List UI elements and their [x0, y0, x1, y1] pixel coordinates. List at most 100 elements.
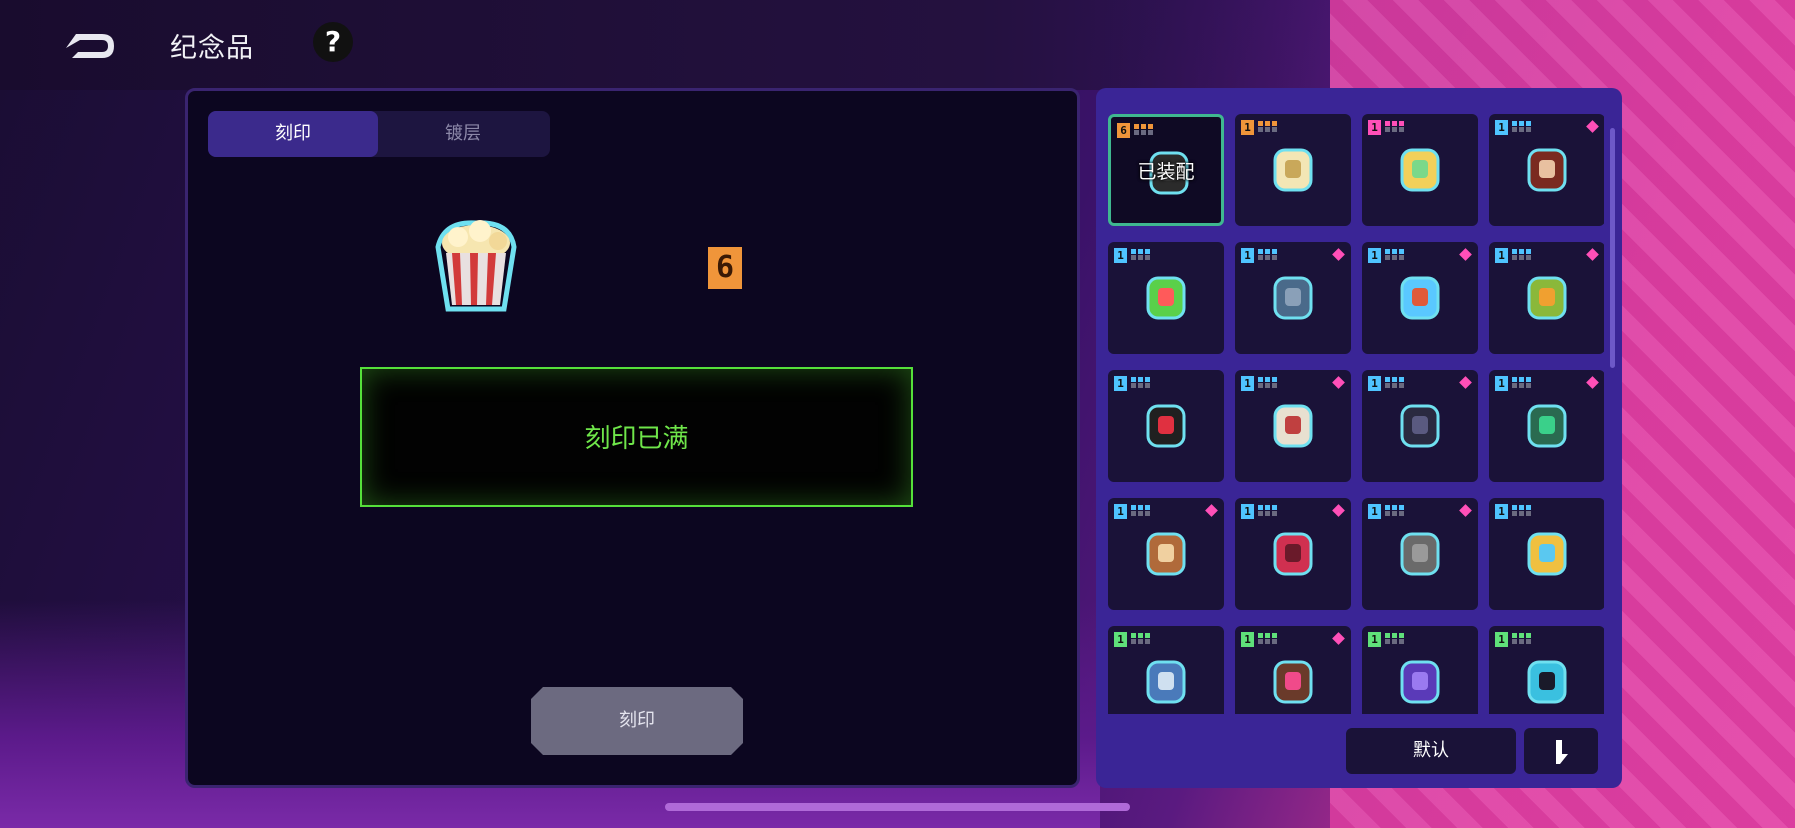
slot-tier-pips [1512, 633, 1534, 645]
slot-tier-pips [1131, 505, 1153, 517]
sort-arrow-icon [1556, 740, 1568, 764]
help-button[interactable]: ? [313, 22, 353, 62]
back-arrow-icon [66, 34, 114, 58]
default-sort-button[interactable]: 默认 [1346, 728, 1516, 774]
slot-tier-pips [1512, 505, 1534, 517]
slot-tier-pips [1385, 121, 1407, 133]
ticket-icon [1517, 524, 1577, 584]
souvenir-slot[interactable]: 1 [1489, 370, 1604, 482]
slot-rank-badge: 1 [1114, 632, 1127, 647]
new-indicator-icon [1205, 504, 1218, 517]
slot-rank-badge: 1 [1368, 120, 1381, 135]
new-indicator-icon [1332, 504, 1345, 517]
ice-cream-icon [1390, 140, 1450, 200]
slot-rank-badge: 1 [1241, 120, 1254, 135]
souvenir-slot[interactable]: 1 [1489, 242, 1604, 354]
souvenir-slot[interactable]: 1 [1108, 626, 1224, 714]
new-indicator-icon [1459, 376, 1472, 389]
slot-tier-pips [1258, 249, 1280, 261]
souvenir-slot[interactable]: 1 [1235, 114, 1351, 226]
souvenir-slot[interactable]: 1 [1108, 242, 1224, 354]
souvenir-slot[interactable]: 1 [1362, 626, 1478, 714]
popcorn-icon [424, 213, 528, 317]
slot-rank-badge: 1 [1495, 504, 1508, 519]
new-indicator-icon [1459, 248, 1472, 261]
slot-tier-pips [1385, 633, 1407, 645]
tab-engrave[interactable]: 刻印 [208, 111, 378, 157]
souvenir-slot[interactable]: 1 [1108, 370, 1224, 482]
slot-rank-badge: 1 [1114, 248, 1127, 263]
cookie-icon [1263, 652, 1323, 712]
new-indicator-icon [1332, 376, 1345, 389]
souvenir-slot[interactable]: 1 [1362, 114, 1478, 226]
engrave-level-badge: 6 [708, 247, 742, 289]
slot-rank-badge: 1 [1368, 504, 1381, 519]
new-indicator-icon [1332, 632, 1345, 645]
dagger-icon [1390, 268, 1450, 328]
crowbar-icon [1263, 524, 1323, 584]
green-mask-icon [1517, 396, 1577, 456]
sunglasses-icon [1517, 652, 1577, 712]
tab-bar: 刻印 镀层 [208, 111, 550, 157]
slot-rank-badge: 1 [1114, 376, 1127, 391]
engrave-button[interactable]: 刻印 [531, 687, 743, 755]
souvenir-slot[interactable]: 6 已装配 [1108, 114, 1224, 226]
slot-tier-pips [1131, 633, 1153, 645]
souvenir-grid: 6 已装配 1 1 1 1 1 1 1 1 1 1 1 1 1 1 1 1 1 1 1 [1108, 114, 1604, 714]
engrave-panel: 刻印 镀层 6 刻印已满 刻印 [185, 88, 1080, 788]
slot-rank-badge: 1 [1368, 248, 1381, 263]
souvenir-slot[interactable]: 1 [1235, 626, 1351, 714]
slot-tier-pips [1131, 377, 1153, 389]
slot-tier-pips [1385, 505, 1407, 517]
souvenir-slot[interactable]: 1 [1489, 498, 1604, 610]
gear-amulet-icon [1517, 268, 1577, 328]
clown-potion-icon [1136, 268, 1196, 328]
slot-rank-badge: 6 [1117, 123, 1130, 138]
equipped-label: 已装配 [1137, 161, 1195, 183]
slot-tier-pips [1258, 505, 1280, 517]
souvenir-slot[interactable]: 1 [1362, 370, 1478, 482]
slot-rank-badge: 1 [1495, 632, 1508, 647]
slot-tier-pips [1512, 121, 1534, 133]
slot-rank-badge: 1 [1368, 376, 1381, 391]
red-eye-orb-icon [1136, 396, 1196, 456]
slot-rank-badge: 1 [1495, 120, 1508, 135]
fang-icon [1263, 140, 1323, 200]
slot-rank-badge: 1 [1495, 376, 1508, 391]
page-title: 纪念品 [170, 33, 254, 64]
slot-rank-badge: 1 [1241, 632, 1254, 647]
planet-orb-icon [1390, 652, 1450, 712]
souvenir-slot[interactable]: 1 [1235, 498, 1351, 610]
souvenir-slot[interactable]: 1 [1362, 242, 1478, 354]
souvenir-slot[interactable]: 1 [1108, 498, 1224, 610]
scroll-icon [1263, 396, 1323, 456]
slot-rank-badge: 1 [1241, 248, 1254, 263]
demon-helmet-icon [1390, 396, 1450, 456]
slot-rank-badge: 1 [1241, 504, 1254, 519]
home-indicator[interactable] [665, 803, 1130, 811]
souvenir-inventory-panel: 6 已装配 1 1 1 1 1 1 1 1 1 1 1 1 1 1 1 1 1 1 1 默认 [1096, 88, 1622, 788]
souvenir-slot[interactable]: 1 [1362, 498, 1478, 610]
gauntlet-icon [1390, 524, 1450, 584]
slot-rank-badge: 1 [1495, 248, 1508, 263]
slot-tier-pips [1131, 249, 1153, 261]
hourglass-icon [1136, 524, 1196, 584]
slot-tier-pips [1258, 633, 1280, 645]
souvenir-slot[interactable]: 1 [1235, 370, 1351, 482]
new-indicator-icon [1459, 504, 1472, 517]
grid-scrollbar[interactable] [1610, 128, 1615, 368]
slot-tier-pips [1385, 377, 1407, 389]
slot-tier-pips [1258, 121, 1280, 133]
slot-rank-badge: 1 [1368, 632, 1381, 647]
back-button[interactable] [62, 24, 118, 64]
slot-tier-pips [1385, 249, 1407, 261]
new-indicator-icon [1586, 376, 1599, 389]
souvenir-slot[interactable]: 1 [1489, 626, 1604, 714]
new-indicator-icon [1586, 120, 1599, 133]
tab-plating[interactable]: 镀层 [378, 111, 548, 157]
souvenir-slot[interactable]: 1 [1489, 114, 1604, 226]
souvenir-slot[interactable]: 1 [1235, 242, 1351, 354]
slot-tier-pips [1134, 124, 1156, 136]
sort-toggle-button[interactable] [1524, 728, 1598, 774]
slot-rank-badge: 1 [1241, 376, 1254, 391]
